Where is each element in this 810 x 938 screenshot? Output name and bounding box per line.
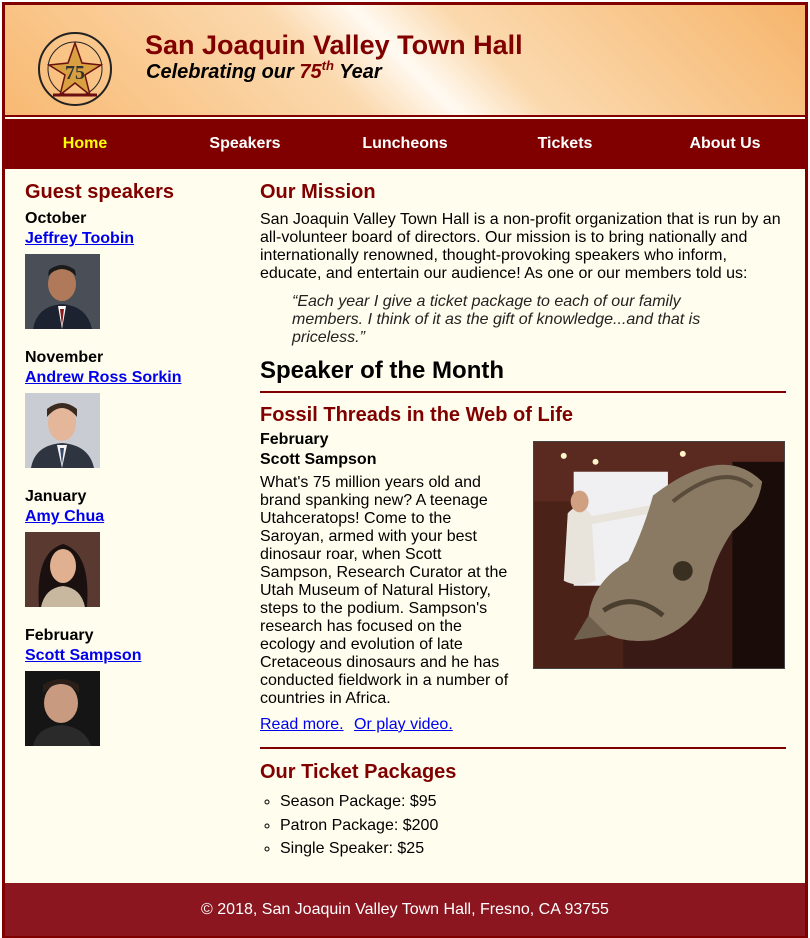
speaker-month: November — [25, 349, 104, 366]
nav-luncheons[interactable]: Luncheons — [325, 119, 485, 169]
site-header: 75 San Joaquin Valley Town Hall Celebrat… — [5, 5, 805, 117]
mission-text: San Joaquin Valley Town Hall is a non-pr… — [260, 211, 781, 282]
speaker-photo[interactable] — [25, 532, 100, 607]
speaker-link[interactable]: Jeffrey Toobin — [25, 229, 134, 249]
tagline-number-value: 75 — [299, 61, 322, 83]
member-quote: “Each year I give a ticket package to ea… — [292, 293, 701, 346]
list-item: Patron Package: $200 — [280, 814, 786, 838]
sidebar: Guest speakers October Jeffrey Toobin No… — [25, 181, 225, 765]
mission-heading: Our Mission — [260, 181, 376, 203]
page-container: 75 San Joaquin Valley Town Hall Celebrat… — [2, 2, 808, 938]
tagline-suffix: Year — [333, 61, 382, 83]
tagline-sup: th — [321, 58, 334, 73]
nav-tickets[interactable]: Tickets — [485, 119, 645, 169]
speaker-item: February Scott Sampson — [25, 626, 225, 765]
list-item: Season Package: $95 — [280, 790, 786, 814]
site-title: San Joaquin Valley Town Hall — [145, 30, 523, 60]
speaker-photo[interactable] — [25, 393, 100, 468]
featured-talk-title: Fossil Threads in the Web of Life — [260, 404, 573, 426]
speaker-photo[interactable] — [25, 254, 100, 329]
footer-copyright: © 2018, San Joaquin Valley Town Hall, Fr… — [201, 901, 609, 918]
nav-home[interactable]: Home — [5, 119, 165, 169]
speaker-link[interactable]: Andrew Ross Sorkin — [25, 368, 181, 388]
speaker-link[interactable]: Scott Sampson — [25, 646, 141, 666]
featured-speaker-photo[interactable] — [533, 441, 785, 669]
tagline-prefix: Celebrating our — [146, 61, 300, 83]
svg-text:75: 75 — [65, 62, 85, 84]
speaker-link[interactable]: Amy Chua — [25, 507, 104, 527]
speaker-item: January Amy Chua — [25, 487, 225, 626]
ticket-packages-heading: Our Ticket Packages — [260, 761, 457, 783]
site-tagline: Celebrating our 75th Year — [146, 58, 382, 84]
main-content: Our Mission San Joaquin Valley Town Hall… — [260, 181, 786, 861]
speaker-month: February — [25, 627, 94, 644]
featured-description: What's 75 million years old and brand sp… — [260, 474, 509, 707]
tagline-number: 75th — [299, 58, 334, 83]
main-nav: Home Speakers Luncheons Tickets About Us — [5, 119, 805, 169]
town-hall-75-logo[interactable]: 75 — [35, 29, 115, 109]
featured-speaker: Fossil Threads in the Web of Life Februa… — [260, 403, 786, 749]
list-item: Single Speaker: $25 — [280, 837, 786, 861]
speaker-item: October Jeffrey Toobin — [25, 209, 225, 348]
nav-speakers[interactable]: Speakers — [165, 119, 325, 169]
speaker-month: October — [25, 210, 87, 227]
featured-links: Read more. Or play video. — [260, 716, 786, 734]
speaker-item: November Andrew Ross Sorkin — [25, 348, 225, 487]
ticket-packages-list: Season Package: $95 Patron Package: $200… — [280, 790, 786, 861]
speaker-photo[interactable] — [25, 671, 100, 746]
site-footer: © 2018, San Joaquin Valley Town Hall, Fr… — [5, 883, 805, 936]
speaker-of-month-heading: Speaker of the Month — [260, 357, 786, 393]
read-more-link[interactable]: Read more. — [260, 716, 344, 733]
speaker-month: January — [25, 488, 87, 505]
nav-about-us[interactable]: About Us — [645, 119, 805, 169]
play-video-link[interactable]: Or play video. — [354, 716, 453, 733]
guest-speakers-heading: Guest speakers — [25, 181, 174, 203]
